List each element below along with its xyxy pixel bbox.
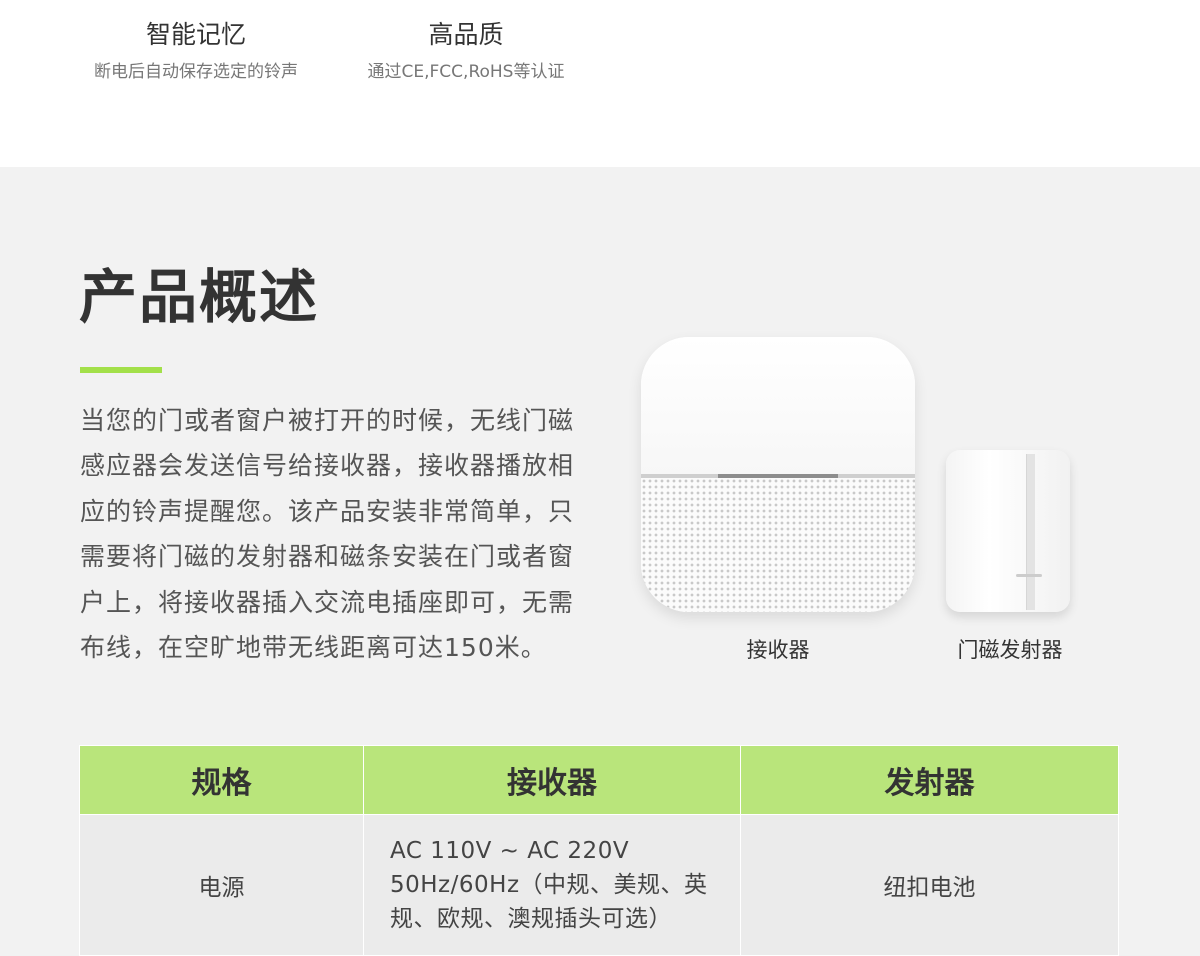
transmitter-slot bbox=[1016, 574, 1042, 577]
door-sensor-transmitter-image bbox=[946, 450, 1070, 612]
receiver-value-line: AC 110V ~ AC 220V bbox=[390, 838, 630, 864]
receiver-value-line: 50Hz/60Hz（中规、美规、英 bbox=[390, 872, 708, 898]
receiver-caption: 接收器 bbox=[746, 638, 810, 662]
feature-smart-memory: 智能记忆 断电后自动保存选定的铃声 bbox=[76, 18, 316, 84]
spec-table: 规格 接收器 发射器 电源 AC 110V ~ AC 220V 50Hz/60H… bbox=[79, 745, 1119, 956]
transmitter-value-cell: 纽扣电池 bbox=[740, 814, 1119, 956]
receiver-speaker-grille bbox=[641, 478, 915, 612]
overview-paragraph: 当您的门或者窗户被打开的时候，无线门磁感应器会发送信号给接收器，接收器播放相应的… bbox=[80, 406, 575, 663]
receiver-top-shell bbox=[641, 337, 915, 475]
receiver-value-line: 规、欧规、澳规插头可选） bbox=[390, 906, 672, 932]
receiver-value-cell: AC 110V ~ AC 220V 50Hz/60Hz（中规、美规、英 规、欧规… bbox=[363, 814, 741, 956]
feature-band: 智能记忆 断电后自动保存选定的铃声 高品质 通过CE,FCC,RoHS等认证 bbox=[0, 0, 1200, 167]
heading-accent-bar bbox=[80, 367, 162, 373]
feature-title: 高品质 bbox=[428, 20, 504, 49]
header-transmitter: 发射器 bbox=[740, 745, 1119, 815]
feature-high-quality: 高品质 通过CE,FCC,RoHS等认证 bbox=[356, 18, 576, 84]
spec-name-cell: 电源 bbox=[79, 814, 364, 956]
transmitter-magnet-strip bbox=[1026, 454, 1035, 610]
transmitter-caption: 门磁发射器 bbox=[957, 638, 1063, 662]
spec-table-header-row: 规格 接收器 发射器 bbox=[79, 745, 1119, 815]
header-receiver: 接收器 bbox=[363, 745, 741, 815]
overview-heading: 产品概述 bbox=[79, 263, 320, 331]
table-row: 电源 AC 110V ~ AC 220V 50Hz/60Hz（中规、美规、英 规… bbox=[79, 814, 1119, 956]
header-spec: 规格 bbox=[79, 745, 364, 815]
feature-description: 断电后自动保存选定的铃声 bbox=[94, 62, 298, 82]
receiver-image bbox=[641, 337, 915, 612]
feature-title: 智能记忆 bbox=[145, 20, 246, 49]
feature-description: 通过CE,FCC,RoHS等认证 bbox=[367, 62, 565, 82]
